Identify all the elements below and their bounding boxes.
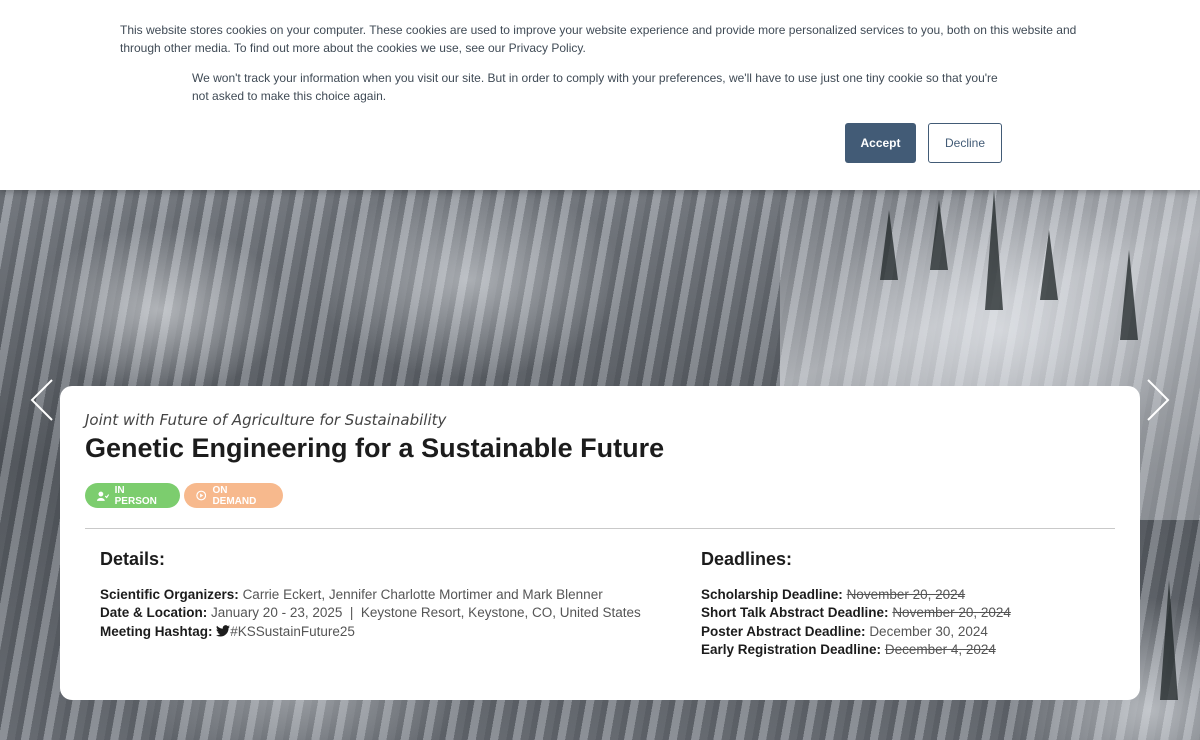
chevron-left-icon — [30, 379, 53, 421]
details-heading: Details: — [100, 549, 166, 569]
person-icon — [97, 491, 109, 501]
deadline-value: December 4, 2024 — [884, 642, 996, 657]
carousel-prev-button[interactable] — [30, 378, 54, 422]
organizers-value: Carrie Eckert, Jennifer Charlotte Mortim… — [242, 587, 603, 602]
in-person-badge-label: IN PERSON — [114, 484, 157, 507]
hashtag-row: Meeting Hashtag: #KSSustainFuture25 — [100, 624, 355, 639]
chevron-right-icon — [1147, 379, 1170, 421]
deadline-label: Early Registration Deadline: — [701, 642, 882, 657]
event-title: Genetic Engineering for a Sustainable Fu… — [85, 433, 665, 463]
accept-button[interactable]: Accept — [845, 123, 916, 163]
short-talk-deadline-row: Short Talk Abstract Deadline: November 2… — [701, 605, 1011, 620]
hashtag-link[interactable]: #KSSustainFuture25 — [230, 624, 355, 639]
card-divider — [85, 528, 1115, 529]
tree-decoration — [1040, 230, 1058, 300]
tree-decoration — [985, 190, 1003, 310]
deadlines-heading: Deadlines: — [701, 549, 793, 569]
twitter-icon — [216, 625, 231, 637]
deadline-value: November 20, 2024 — [846, 587, 966, 602]
deadline-label: Poster Abstract Deadline: — [701, 624, 866, 639]
tree-decoration — [1120, 250, 1138, 340]
event-card: Joint with Future of Agriculture for Sus… — [60, 386, 1140, 700]
deadline-value: December 30, 2024 — [869, 624, 988, 639]
on-demand-badge-label: ON DEMAND — [212, 484, 257, 507]
in-person-badge[interactable]: IN PERSON — [85, 483, 180, 508]
organizers-label: Scientific Organizers: — [100, 587, 239, 602]
date-location-row: Date & Location: January 20 - 23, 2025 |… — [100, 605, 641, 620]
deadline-value: November 20, 2024 — [892, 605, 1011, 620]
tree-decoration — [1160, 580, 1178, 700]
decline-button[interactable]: Decline — [928, 123, 1002, 163]
scholarship-deadline-row: Scholarship Deadline: November 20, 2024 — [701, 587, 965, 602]
date-location-label: Date & Location: — [100, 605, 208, 620]
event-subtitle: Joint with Future of Agriculture for Sus… — [85, 411, 447, 429]
date-location-value: January 20 - 23, 2025 | Keystone Resort,… — [211, 605, 641, 620]
cookie-banner: This website stores cookies on your comp… — [0, 0, 1200, 190]
deadline-label: Short Talk Abstract Deadline: — [701, 605, 889, 620]
deadline-label: Scholarship Deadline: — [701, 587, 843, 602]
on-demand-badge[interactable]: ON DEMAND — [184, 483, 283, 508]
cookie-text-primary: This website stores cookies on your comp… — [120, 23, 1077, 55]
early-registration-deadline-row: Early Registration Deadline: December 4,… — [701, 642, 996, 657]
organizers-row: Scientific Organizers: Carrie Eckert, Je… — [100, 587, 603, 602]
cookie-text-secondary: We won't track your information when you… — [192, 71, 998, 103]
play-circle-icon — [196, 490, 207, 501]
poster-deadline-row: Poster Abstract Deadline: December 30, 2… — [701, 624, 988, 639]
carousel-next-button[interactable] — [1146, 378, 1170, 422]
tree-decoration — [880, 210, 898, 280]
tree-decoration — [930, 200, 948, 270]
hashtag-label: Meeting Hashtag: — [100, 624, 213, 639]
